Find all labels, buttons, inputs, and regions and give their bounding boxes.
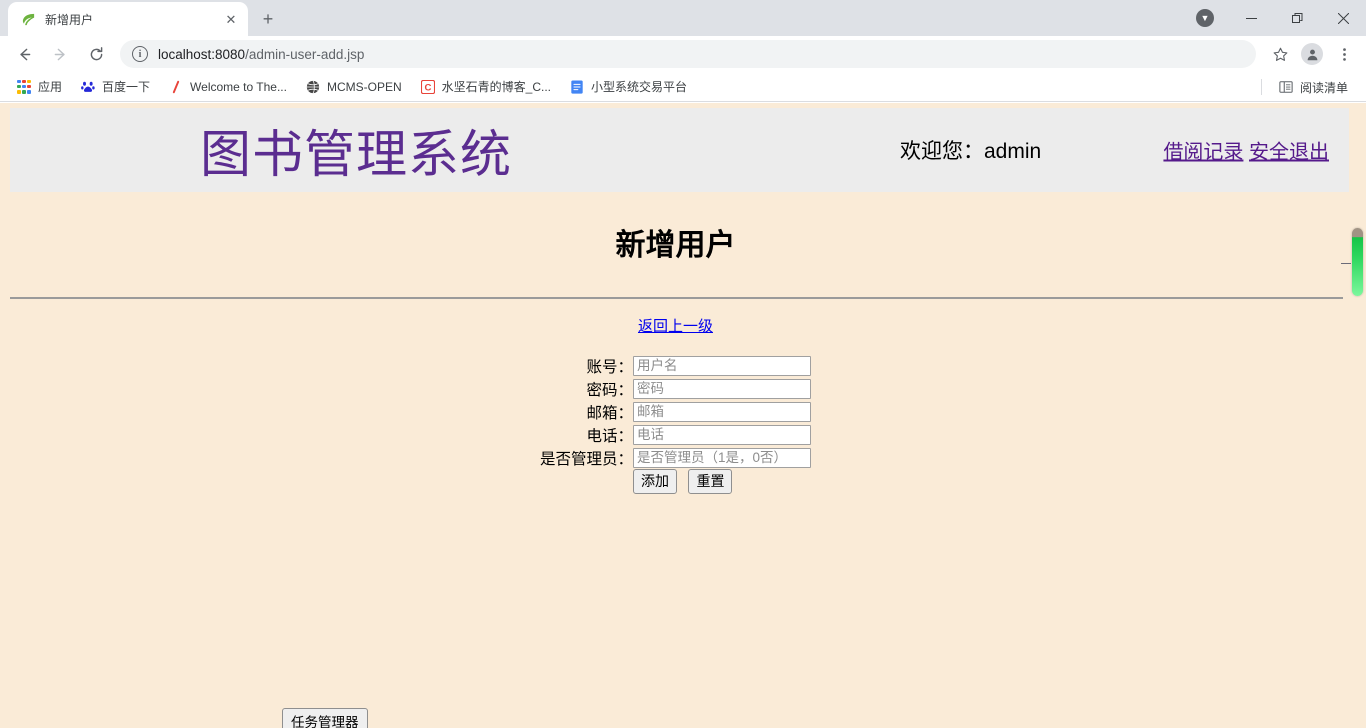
reading-list-label: 阅读清单: [1300, 79, 1348, 96]
back-button[interactable]: [9, 39, 39, 69]
password-input[interactable]: [633, 379, 811, 399]
welcome-text: 欢迎您：admin: [900, 135, 1041, 165]
is-admin-label: 是否管理员：: [540, 446, 633, 469]
form-row-email: 邮箱：: [540, 400, 811, 423]
site-title: 图书管理系统: [200, 113, 512, 187]
bookmark-label: 小型系统交易平台: [591, 78, 687, 95]
address-bar-url: localhost:8080/admin-user-add.jsp: [158, 47, 364, 62]
bookmark-label: 水坚石青的博客_C...: [442, 78, 551, 95]
bookmark-apps[interactable]: 应用: [8, 75, 70, 99]
apps-grid-icon: [16, 79, 32, 95]
form-row-buttons: 添加 重置: [540, 469, 811, 494]
reading-list-button[interactable]: 阅读清单: [1270, 75, 1356, 99]
page-scrollbar[interactable]: [1349, 103, 1366, 728]
bookmark-baidu[interactable]: 百度一下: [72, 75, 158, 99]
borrow-records-link[interactable]: 借阅记录: [1163, 142, 1243, 164]
leaf-icon: [20, 11, 36, 27]
header-links: 借阅记录 安全退出: [1163, 136, 1329, 165]
bookmark-trading-platform[interactable]: 小型系统交易平台: [561, 75, 695, 99]
tab-title: 新增用户: [45, 11, 222, 28]
globe-icon: [305, 79, 321, 95]
reset-button[interactable]: 重置: [688, 469, 732, 494]
phone-input[interactable]: [633, 425, 811, 445]
close-icon[interactable]: ✕: [222, 10, 240, 28]
window-close-icon[interactable]: [1320, 2, 1366, 34]
bookmark-label: Welcome to The...: [190, 80, 287, 94]
bookmark-mcms-open[interactable]: MCMS-OPEN: [297, 75, 410, 99]
form-row-account: 账号：: [540, 354, 811, 377]
page-title: 新增用户: [10, 220, 1351, 264]
bookmark-label: 百度一下: [102, 78, 150, 95]
new-tab-button[interactable]: +: [254, 5, 282, 33]
form-row-password: 密码：: [540, 377, 811, 400]
browser-toolbar: i localhost:8080/admin-user-add.jsp: [0, 36, 1366, 72]
site-info-icon[interactable]: i: [132, 46, 148, 62]
reading-list-area: 阅读清单: [1261, 72, 1358, 102]
logout-link[interactable]: 安全退出: [1249, 142, 1329, 164]
bookmark-label: 应用: [38, 78, 62, 95]
scrollbar-tick: [1341, 263, 1351, 264]
csdn-c-icon: C: [420, 79, 436, 95]
email-input[interactable]: [633, 402, 811, 422]
back-link-container: 返回上一级: [10, 315, 1351, 336]
browser-tab[interactable]: 新增用户 ✕: [8, 2, 248, 36]
download-indicator-icon[interactable]: ▼: [1182, 2, 1228, 34]
reload-button[interactable]: [81, 39, 111, 69]
task-manager-button[interactable]: 任务管理器: [282, 708, 368, 728]
account-input[interactable]: [633, 356, 811, 376]
password-label: 密码：: [540, 377, 633, 400]
url-host: localhost:8080: [158, 47, 245, 62]
form-row-phone: 电话：: [540, 423, 811, 446]
minimize-icon[interactable]: [1228, 2, 1274, 34]
baidu-icon: [80, 79, 96, 95]
task-manager-container: 任务管理器: [282, 708, 368, 728]
window-controls: ▼: [1182, 0, 1366, 36]
scrollbar-thumb[interactable]: [1352, 228, 1363, 296]
address-bar[interactable]: i localhost:8080/admin-user-add.jsp: [120, 40, 1256, 68]
reading-list-icon: [1278, 79, 1294, 95]
bookmark-welcome[interactable]: Welcome to The...: [160, 75, 295, 99]
browser-window: 新增用户 ✕ + ▼: [0, 0, 1366, 728]
browser-titlebar: 新增用户 ✕ + ▼: [0, 0, 1366, 36]
avatar[interactable]: [1298, 40, 1326, 68]
account-label: 账号：: [540, 354, 633, 377]
bookmark-csdn-blog[interactable]: C 水坚石青的博客_C...: [412, 75, 559, 99]
form-row-is-admin: 是否管理员：: [540, 446, 811, 469]
maximize-icon[interactable]: [1274, 2, 1320, 34]
bookmarks-bar: 应用 百度一下 Welcome to The...: [0, 72, 1366, 102]
add-user-form: 账号： 密码： 邮箱：: [10, 354, 1351, 494]
submit-button[interactable]: 添加: [633, 469, 677, 494]
is-admin-input[interactable]: [633, 448, 811, 468]
page-content: 图书管理系统 欢迎您：admin 借阅记录 安全退出 新增用户 返回上一级 账号…: [0, 103, 1351, 728]
forward-button[interactable]: [45, 39, 75, 69]
svg-text:C: C: [424, 82, 431, 93]
email-label: 邮箱：: [540, 400, 633, 423]
page-viewport: 图书管理系统 欢迎您：admin 借阅记录 安全退出 新增用户 返回上一级 账号…: [0, 103, 1366, 728]
divider: [10, 297, 1343, 299]
form-table: 账号： 密码： 邮箱：: [540, 354, 811, 494]
doc-icon: [569, 79, 585, 95]
site-header: 图书管理系统 欢迎您：admin 借阅记录 安全退出: [10, 108, 1351, 192]
bookmarks-divider: [1261, 79, 1262, 95]
back-link[interactable]: 返回上一级: [638, 318, 713, 335]
phone-label: 电话：: [540, 423, 633, 446]
bookmark-star-icon[interactable]: [1266, 40, 1294, 68]
browser-menu-button[interactable]: [1330, 40, 1358, 68]
url-path: /admin-user-add.jsp: [245, 47, 364, 62]
slash-icon: [168, 79, 184, 95]
bookmark-label: MCMS-OPEN: [327, 80, 402, 94]
